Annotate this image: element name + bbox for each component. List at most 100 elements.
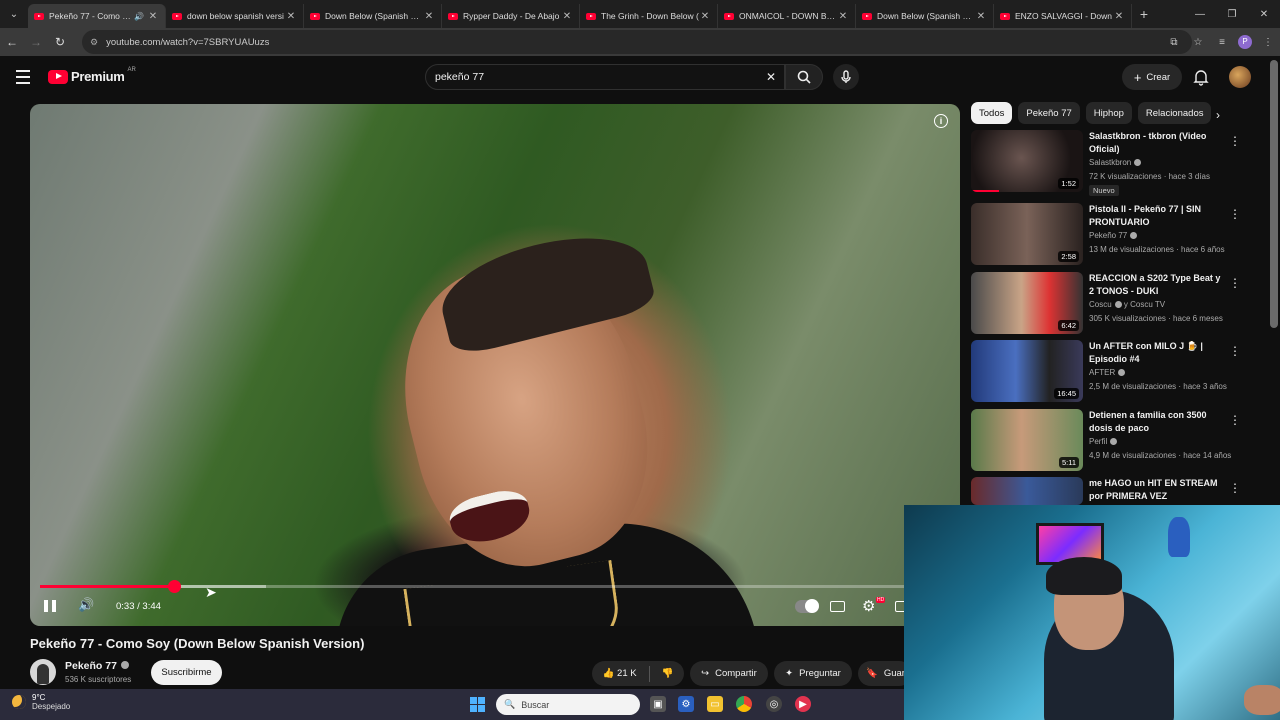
- clear-search-icon[interactable]: ✕: [766, 70, 776, 84]
- chrome-icon[interactable]: [736, 696, 752, 712]
- like-button[interactable]: 👍 21 K: [603, 668, 637, 679]
- recommendation-title[interactable]: Pistola II - Pekeño 77 | SIN PRONTUARIO: [1089, 203, 1223, 229]
- new-tab-icon[interactable]: +: [1132, 6, 1156, 22]
- progress-bar[interactable]: [40, 580, 950, 593]
- browser-tab[interactable]: Rypper Daddy - De Abajo ✕: [442, 4, 580, 28]
- share-button[interactable]: ↪ Compartir: [690, 661, 768, 686]
- close-tab-icon[interactable]: ✕: [147, 11, 159, 22]
- scrubber-handle[interactable]: [167, 580, 181, 593]
- chip-todos[interactable]: Todos: [971, 102, 1013, 124]
- dislike-button[interactable]: 👎: [662, 668, 674, 679]
- browser-tab[interactable]: Pekeño 77 - Como Soy 🔊 ✕: [28, 4, 166, 28]
- youtube-logo[interactable]: Premium AR: [48, 67, 136, 84]
- github-desktop-icon[interactable]: ◎: [766, 696, 782, 712]
- recommendation-title[interactable]: me HAGO un HIT EN STREAM por PRIMERA VEZ: [1089, 477, 1223, 503]
- video-thumbnail[interactable]: 5:11: [971, 409, 1083, 471]
- back-icon[interactable]: ←: [0, 35, 24, 49]
- close-tab-icon[interactable]: ✕: [423, 11, 435, 22]
- more-options-icon[interactable]: ⋮: [1229, 481, 1241, 495]
- file-explorer-icon[interactable]: ▭: [707, 696, 723, 712]
- recommendation-title[interactable]: REACCION a S202 Type Beat y 2 TONOS - DU…: [1089, 272, 1223, 298]
- channel-avatar[interactable]: [30, 659, 56, 685]
- url-field[interactable]: ⚙ youtube.com/watch?v=7SBRYUAUuzs: [82, 30, 1192, 54]
- media-queue-icon[interactable]: ≡: [1210, 37, 1234, 48]
- restore-icon[interactable]: ❐: [1216, 0, 1248, 28]
- chip-hiphop[interactable]: Hiphop: [1085, 102, 1132, 124]
- recommendation-title[interactable]: Salastkbron - tkbron (Video Oficial): [1089, 130, 1223, 156]
- video-thumbnail[interactable]: [971, 477, 1083, 505]
- recommendation-item[interactable]: 6:42 REACCION a S202 Type Beat y 2 TONOS…: [971, 272, 1271, 338]
- pause-button[interactable]: [42, 597, 60, 615]
- hamburger-menu-icon[interactable]: [16, 70, 30, 88]
- subscribe-button[interactable]: Suscribirme: [151, 660, 222, 685]
- bookmark-star-icon[interactable]: ☆: [1186, 37, 1210, 48]
- settings-app-icon[interactable]: ⚙: [678, 696, 694, 712]
- install-app-icon[interactable]: ⧉: [1162, 37, 1186, 48]
- windows-start-icon[interactable]: [470, 697, 485, 712]
- close-window-icon[interactable]: ✕: [1248, 0, 1280, 28]
- search-button[interactable]: [785, 64, 823, 90]
- media-player-icon[interactable]: ▶: [795, 696, 811, 712]
- weather-widget[interactable]: 9°C Despejado: [12, 693, 70, 711]
- more-options-icon[interactable]: ⋮: [1229, 413, 1241, 427]
- recommendation-item[interactable]: 2:58 Pistola II - Pekeño 77 | SIN PRONTU…: [971, 203, 1271, 269]
- chevron-right-icon[interactable]: ›: [1216, 108, 1220, 122]
- more-options-icon[interactable]: ⋮: [1229, 134, 1241, 148]
- more-options-icon[interactable]: ⋮: [1229, 276, 1241, 290]
- browser-tab[interactable]: down below spanish versi ✕: [166, 4, 304, 28]
- video-thumbnail[interactable]: 1:52: [971, 130, 1083, 192]
- autoplay-toggle[interactable]: [795, 599, 819, 613]
- video-thumbnail[interactable]: 6:42: [971, 272, 1083, 334]
- recommendation-item[interactable]: 5:11 Detienen a familia con 3500 dosis d…: [971, 409, 1271, 475]
- close-tab-icon[interactable]: ✕: [1113, 11, 1125, 22]
- recommendation-channel[interactable]: AFTER: [1089, 368, 1126, 377]
- video-thumbnail[interactable]: 2:58: [971, 203, 1083, 265]
- channel-name[interactable]: Pekeño 77: [65, 660, 129, 672]
- profile-avatar[interactable]: P: [1238, 35, 1252, 49]
- video-player[interactable]: i ➤ 🔊 0:33 / 3:44 ⚙ HD: [30, 104, 960, 626]
- voice-search-button[interactable]: [833, 64, 859, 90]
- browser-tab[interactable]: ENZO SALVAGGI - Down ✕: [994, 4, 1132, 28]
- close-tab-icon[interactable]: ✕: [561, 11, 573, 22]
- minimize-icon[interactable]: —: [1184, 0, 1216, 28]
- search-input[interactable]: pekeño 77 ✕: [425, 64, 785, 90]
- page-scrollbar[interactable]: [1270, 60, 1278, 328]
- close-tab-icon[interactable]: ✕: [285, 11, 297, 22]
- chip-pekeno-77[interactable]: Pekeño 77: [1018, 102, 1080, 124]
- more-options-icon[interactable]: ⋮: [1229, 207, 1241, 221]
- volume-icon[interactable]: 🔊: [78, 597, 94, 613]
- browser-tab[interactable]: Down Below (Spanish Ver ✕: [304, 4, 442, 28]
- close-tab-icon[interactable]: ✕: [975, 11, 987, 22]
- ask-button[interactable]: ✦ Preguntar: [774, 661, 852, 686]
- browser-tab[interactable]: ONMAICOL - DOWN BELO ✕: [718, 4, 856, 28]
- chip-relacionados[interactable]: Relacionados: [1137, 102, 1212, 124]
- browser-tab[interactable]: The Grinh - Down Below ( ✕: [580, 4, 718, 28]
- subtitles-icon[interactable]: [830, 601, 845, 612]
- tab-search-icon[interactable]: ⌄: [0, 0, 28, 28]
- site-info-icon[interactable]: ⚙: [90, 37, 98, 48]
- notifications-bell-icon[interactable]: [1192, 68, 1210, 86]
- recommendation-channel[interactable]: Salastkbron: [1089, 158, 1142, 167]
- video-thumbnail[interactable]: 16:45: [971, 340, 1083, 402]
- recommendation-item[interactable]: me HAGO un HIT EN STREAM por PRIMERA VEZ…: [971, 477, 1271, 505]
- reload-icon[interactable]: ↻: [48, 35, 72, 49]
- account-avatar[interactable]: [1229, 66, 1251, 88]
- info-icon[interactable]: i: [934, 114, 948, 128]
- close-tab-icon[interactable]: ✕: [837, 11, 849, 22]
- recommendation-channel[interactable]: Perfil: [1089, 437, 1118, 446]
- close-tab-icon[interactable]: ✕: [699, 11, 711, 22]
- task-view-icon[interactable]: ▣: [650, 696, 666, 712]
- create-button[interactable]: + Crear: [1122, 64, 1182, 90]
- forward-icon[interactable]: →: [24, 35, 48, 49]
- recommendation-title[interactable]: Un AFTER con MILO J 🍺 | Episodio #4: [1089, 340, 1223, 366]
- recommendation-title[interactable]: Detienen a familia con 3500 dosis de pac…: [1089, 409, 1223, 435]
- taskbar-search-input[interactable]: 🔍 Buscar: [496, 694, 640, 715]
- browser-menu-icon[interactable]: ⋮: [1256, 37, 1280, 48]
- recommendation-item[interactable]: 1:52 Salastkbron - tkbron (Video Oficial…: [971, 130, 1271, 196]
- recommendation-channel[interactable]: Coscu y Coscu TV: [1089, 300, 1165, 309]
- browser-tab[interactable]: Down Below (Spanish Ver ✕: [856, 4, 994, 28]
- recommendation-channel[interactable]: Pekeño 77: [1089, 231, 1138, 240]
- recommendation-item[interactable]: 16:45 Un AFTER con MILO J 🍺 | Episodio #…: [971, 340, 1271, 406]
- settings-gear-icon[interactable]: ⚙: [862, 597, 875, 615]
- more-options-icon[interactable]: ⋮: [1229, 344, 1241, 358]
